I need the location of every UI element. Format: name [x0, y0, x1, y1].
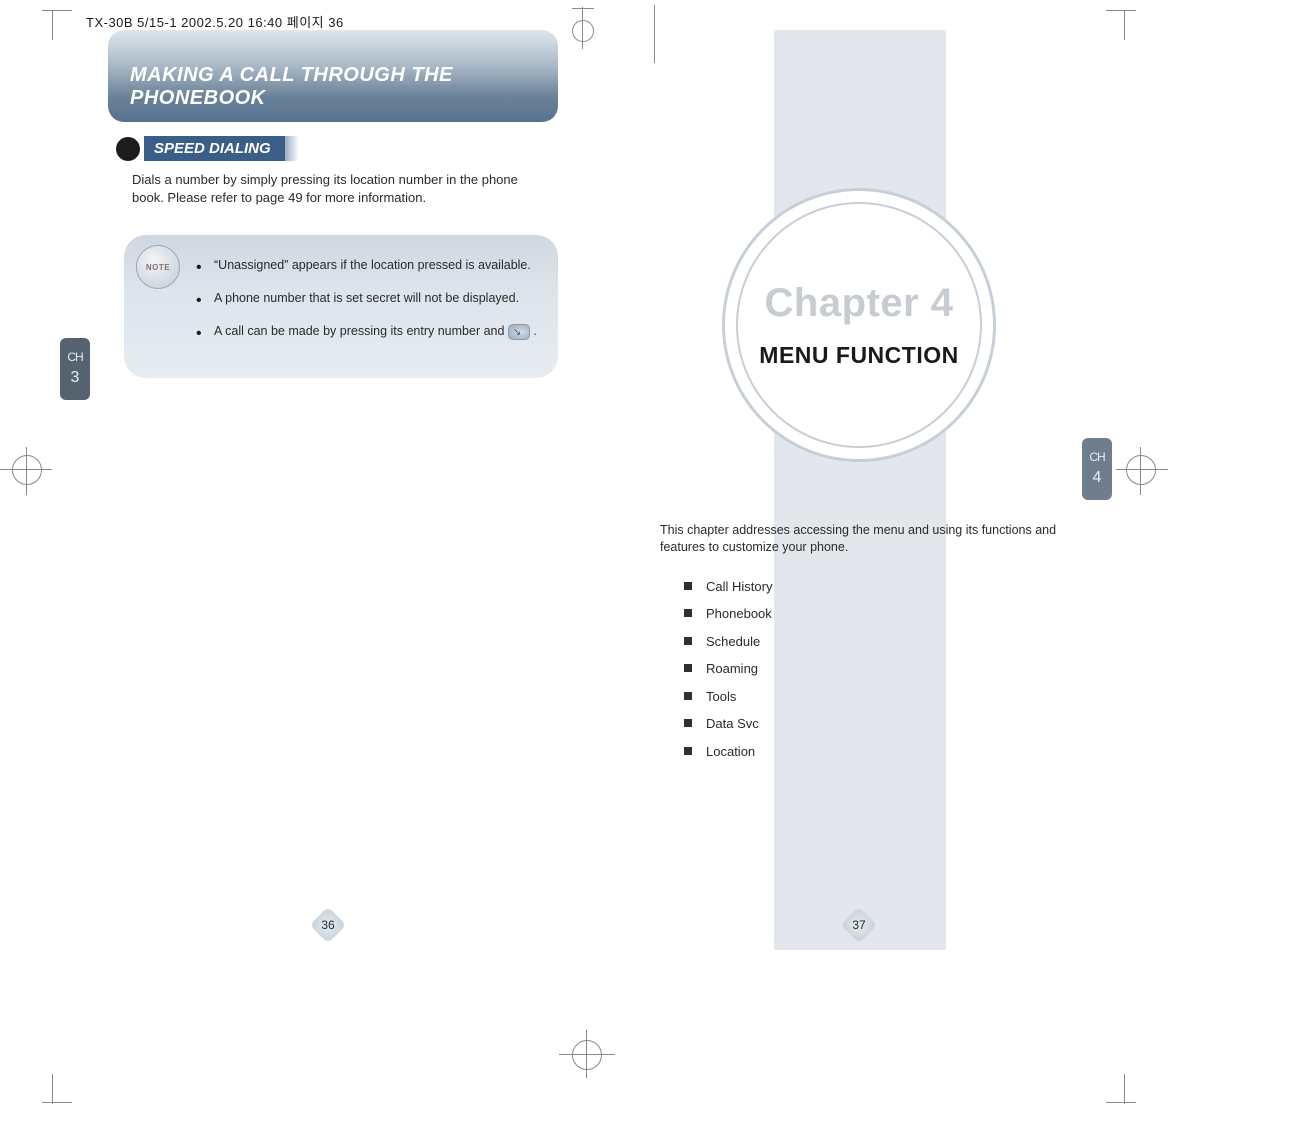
crop-mark-top-right	[1090, 0, 1136, 46]
registration-mark-bottom	[586, 1030, 587, 1078]
chapter-tab-number: 4	[1093, 469, 1102, 487]
send-key-icon	[508, 324, 530, 340]
feature-item: Call History	[684, 578, 1070, 596]
page-title-banner: MAKING A CALL THROUGH THE PHONEBOOK	[108, 30, 558, 122]
page-number-right: 37	[846, 912, 872, 938]
crop-mark-top-left	[42, 0, 88, 46]
note-item: “Unassigned” appears if the location pre…	[196, 257, 538, 274]
registration-mark-top	[572, 20, 594, 42]
chapter-tab-label: CH	[1089, 451, 1104, 463]
chapter-tab-left: CH 3	[60, 338, 90, 400]
chapter-circle-inner: Chapter 4 MENU FUNCTION	[736, 202, 982, 448]
note-icon-label: NOTE	[146, 263, 170, 272]
crop-mark	[654, 5, 655, 63]
feature-item: Location	[684, 743, 1070, 761]
crop-mark-bottom-right	[1090, 1070, 1136, 1116]
note-box: NOTE “Unassigned” appears if the locatio…	[124, 235, 558, 378]
registration-mark-left	[26, 447, 27, 495]
note-icon: NOTE	[136, 245, 180, 289]
registration-mark-right	[1126, 455, 1156, 485]
chapter-title: Chapter 4	[765, 281, 954, 326]
note-item: A call can be made by pressing its entry…	[196, 323, 538, 340]
document-header-meta: TX-30B 5/15-1 2002.5.20 16:40 페이지 36	[86, 12, 344, 31]
chapter-tab-label: CH	[67, 351, 82, 363]
note-list: “Unassigned” appears if the location pre…	[196, 257, 538, 340]
registration-mark-top	[572, 8, 594, 9]
registration-mark-left	[12, 455, 42, 485]
feature-item: Tools	[684, 688, 1070, 706]
right-page-background	[774, 30, 946, 950]
page-number-value: 36	[321, 918, 334, 932]
feature-item: Roaming	[684, 660, 1070, 678]
chapter-tab-number: 3	[71, 369, 80, 387]
chapter-tab-right: CH 4	[1082, 438, 1112, 500]
note-item-text: A call can be made by pressing its entry…	[214, 324, 508, 338]
section-title: MENU FUNCTION	[759, 342, 958, 369]
registration-mark-bottom	[559, 1054, 615, 1055]
feature-item: Data Svc	[684, 715, 1070, 733]
crop-mark-bottom-left	[42, 1070, 88, 1116]
feature-item: Schedule	[684, 633, 1070, 651]
page-number-left: 36	[315, 912, 341, 938]
subheading-label: SPEED DIALING	[144, 136, 285, 161]
right-page-body: This chapter addresses accessing the men…	[660, 522, 1070, 771]
note-item-text: .	[533, 324, 536, 338]
registration-mark-right	[1140, 447, 1141, 495]
body-text: Dials a number by simply pressing its lo…	[132, 171, 552, 207]
registration-mark-right	[1116, 469, 1168, 470]
note-item: A phone number that is set secret will n…	[196, 290, 538, 307]
features-list: Call History Phonebook Schedule Roaming …	[684, 578, 1070, 761]
bullet-dot-icon	[116, 137, 140, 161]
chapter-intro-text: This chapter addresses accessing the men…	[660, 522, 1070, 556]
feature-item: Phonebook	[684, 605, 1070, 623]
page-title: MAKING A CALL THROUGH THE PHONEBOOK	[130, 64, 540, 110]
registration-mark-bottom	[572, 1040, 602, 1070]
page-number-value: 37	[852, 918, 865, 932]
subheading-row: SPEED DIALING	[108, 136, 558, 161]
left-page: MAKING A CALL THROUGH THE PHONEBOOK SPEE…	[108, 30, 558, 378]
